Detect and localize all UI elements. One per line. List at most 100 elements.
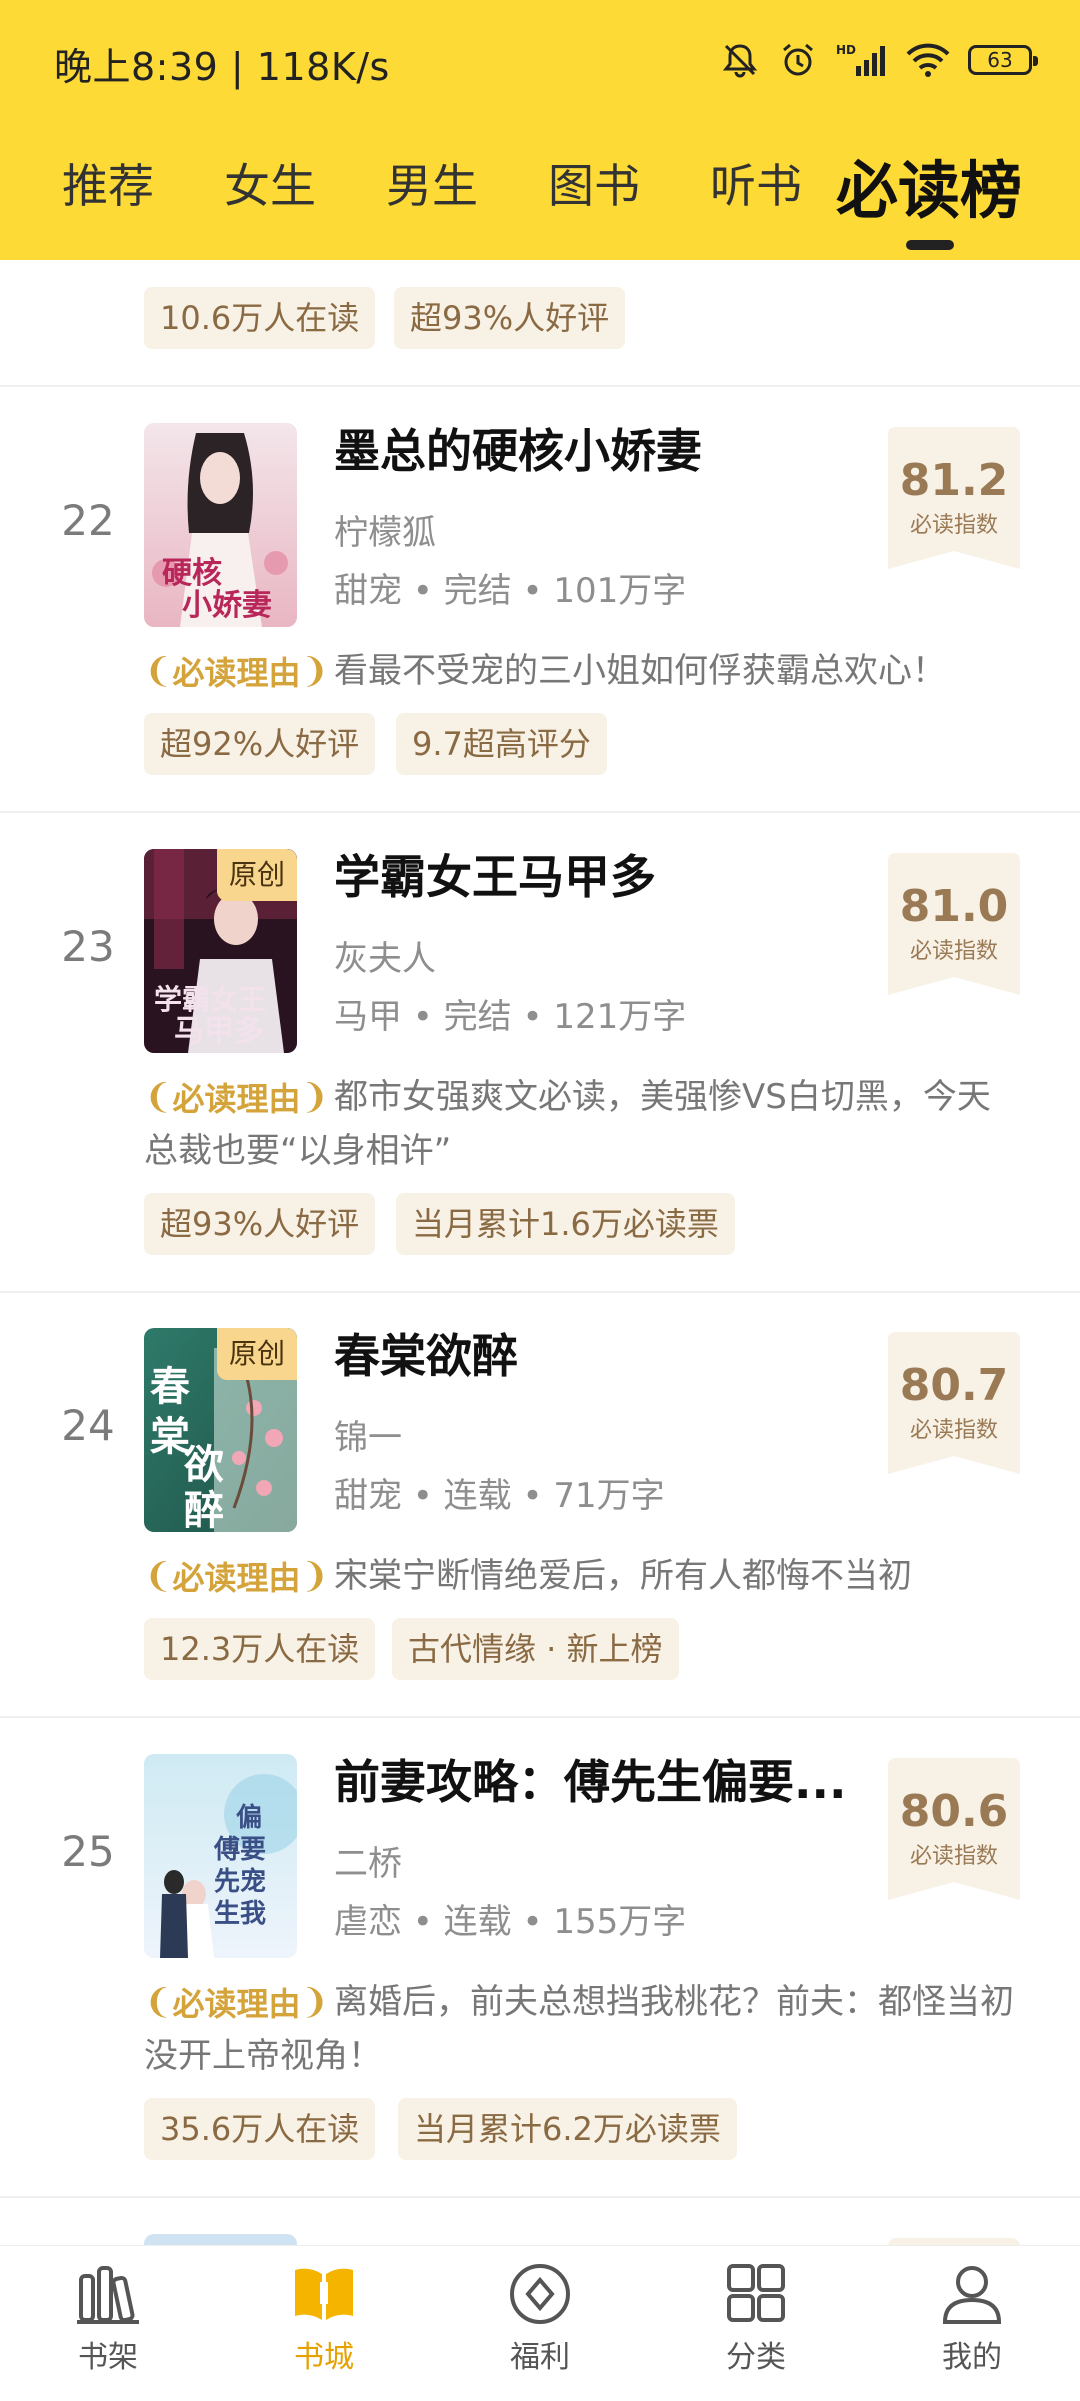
nav-bookshelf[interactable]: 书架 <box>38 2262 178 2376</box>
book-title[interactable]: 学霸女王马甲多 <box>334 841 656 907</box>
divider <box>0 2196 1080 2198</box>
score-badge: 80.6 必读指数 <box>888 1758 1020 1900</box>
wifi-icon <box>906 42 950 78</box>
header: 晚上8:39 | 118K/s HD 63 推荐 女生 男生 图书 听书 必读榜 <box>0 0 1080 260</box>
tag: 35.6万人在读 <box>144 2098 376 2160</box>
score-badge: 80.7 必读指数 <box>888 1332 1020 1474</box>
book-author[interactable]: 柠檬狐 <box>334 505 436 554</box>
nav-bookstore[interactable]: 书城 <box>254 2262 394 2376</box>
bookstore-icon <box>254 2262 394 2326</box>
active-tab-indicator <box>906 240 954 250</box>
book-cover[interactable]: 学霸女王 马甲多 原创 <box>144 849 297 1053</box>
original-badge: 原创 <box>217 849 297 901</box>
signal-icon: HD <box>836 42 888 78</box>
category-icon <box>686 2262 826 2326</box>
reason-text: 离婚后，前夫总想挡我桃花？前夫：都怪当初没开上帝视角！ <box>144 1982 1014 2076</box>
nav-label: 书城 <box>294 2340 354 2375</box>
svg-text:先宠: 先宠 <box>214 1866 266 1897</box>
svg-text:醉: 醉 <box>184 1487 224 1532</box>
book-author[interactable]: 二桥 <box>334 1836 402 1885</box>
status-time: 晚上8:39 | 118K/s <box>54 45 390 89</box>
nav-label: 我的 <box>942 2340 1002 2375</box>
score-label: 必读指数 <box>909 1418 998 1443</box>
nav-category[interactable]: 分类 <box>686 2262 826 2376</box>
svg-text:生我: 生我 <box>214 1899 266 1929</box>
tag: 超92%人好评 <box>144 713 376 775</box>
svg-text:学霸女王: 学霸女王 <box>154 983 266 1016</box>
book-cover-partial <box>144 2234 297 2245</box>
svg-text:傅要: 傅要 <box>213 1835 266 1865</box>
book-meta: 虐恋 • 连载 • 155万字 <box>334 1902 687 1942</box>
bottom-nav: 书架 书城 福利 分类 我的 <box>0 2245 1080 2401</box>
tab-recommend[interactable]: 推荐 <box>62 150 154 216</box>
rank-number: 22 <box>61 496 115 545</box>
rank-number: 23 <box>61 922 115 971</box>
book-title[interactable]: 春棠欲醉 <box>334 1320 518 1386</box>
score-badge: 81.0 必读指数 <box>888 853 1020 995</box>
svg-text:HD: HD <box>836 43 856 57</box>
score-value: 81.0 <box>899 881 1009 932</box>
tab-female[interactable]: 女生 <box>224 150 316 216</box>
tag: 12.3万人在读 <box>144 1618 376 1680</box>
book-author[interactable]: 锦一 <box>334 1410 402 1459</box>
tab-male[interactable]: 男生 <box>386 150 478 216</box>
svg-text:春: 春 <box>150 1363 190 1410</box>
svg-text:欲: 欲 <box>183 1441 224 1488</box>
score-badge-partial <box>888 2238 1020 2245</box>
nav-label: 福利 <box>510 2340 570 2375</box>
rank-number: 25 <box>61 1827 115 1876</box>
reason-text: 看最不受宠的三小姐如何俘获霸总欢心！ <box>334 651 946 691</box>
status-icons: HD 63 <box>720 36 1038 84</box>
tab-audio[interactable]: 听书 <box>710 150 802 216</box>
svg-text:硬核: 硬核 <box>162 556 222 591</box>
nav-label: 分类 <box>726 2340 786 2375</box>
tag: 当月累计1.6万必读票 <box>396 1193 735 1255</box>
profile-icon <box>902 2262 1042 2326</box>
alarm-icon <box>778 40 818 80</box>
score-label: 必读指数 <box>909 1844 998 1869</box>
top-tabs: 推荐 女生 男生 图书 听书 必读榜 <box>0 140 1080 240</box>
divider <box>0 1716 1080 1718</box>
book-meta: 甜宠 • 连载 • 71万字 <box>334 1476 665 1516</box>
reason-text: 都市女强爽文必读，美强惨VS白切黑，今天总裁也要“以身相许” <box>144 1077 991 1171</box>
book-title[interactable]: 墨总的硬核小娇妻 <box>334 415 702 481</box>
nav-profile[interactable]: 我的 <box>902 2262 1042 2376</box>
score-label: 必读指数 <box>909 513 998 538</box>
original-badge: 原创 <box>217 1328 297 1380</box>
score-badge: 81.2 必读指数 <box>888 427 1020 569</box>
divider <box>0 385 1080 387</box>
svg-text:小娇妻: 小娇妻 <box>182 588 272 623</box>
bookshelf-icon <box>38 2262 178 2326</box>
divider <box>0 1291 1080 1293</box>
status-bar: 晚上8:39 | 118K/s HD 63 <box>0 0 1080 120</box>
mute-bell-icon <box>720 40 760 80</box>
tag: 当月累计6.2万必读票 <box>398 2098 737 2160</box>
book-cover[interactable]: 春 棠 欲 醉 原创 <box>144 1328 297 1532</box>
tab-books[interactable]: 图书 <box>548 150 640 216</box>
tab-must-read-ranking[interactable]: 必读榜 <box>836 140 1022 230</box>
book-cover[interactable]: 偏 傅要 先宠 生我 <box>144 1754 297 1958</box>
ranking-list: 10.6万人在读 超93%人好评 22 硬核 小娇妻 墨总的硬核小娇妻 柠檬狐 … <box>0 260 1080 2245</box>
nav-label: 书架 <box>78 2340 138 2375</box>
book-meta: 马甲 • 完结 • 121万字 <box>334 997 687 1037</box>
nav-welfare[interactable]: 福利 <box>470 2262 610 2376</box>
score-value: 80.7 <box>899 1360 1009 1411</box>
book-cover[interactable]: 硬核 小娇妻 <box>144 423 297 627</box>
tag: 超93%人好评 <box>394 287 626 349</box>
rank-number: 24 <box>61 1401 115 1450</box>
svg-text:偏: 偏 <box>236 1802 262 1833</box>
svg-text:马甲多: 马甲多 <box>174 1014 264 1049</box>
divider <box>0 811 1080 813</box>
score-value: 80.6 <box>899 1786 1009 1837</box>
score-label: 必读指数 <box>909 939 998 964</box>
battery-icon: 63 <box>968 45 1038 75</box>
tag: 10.6万人在读 <box>144 287 376 349</box>
book-author[interactable]: 灰夫人 <box>334 931 436 980</box>
score-value: 81.2 <box>899 455 1009 506</box>
tag: 超93%人好评 <box>144 1193 376 1255</box>
book-title[interactable]: 前妻攻略：傅先生偏要... <box>334 1746 846 1812</box>
book-meta: 甜宠 • 完结 • 101万字 <box>334 571 687 611</box>
tag: 古代情缘 · 新上榜 <box>392 1618 679 1680</box>
reason-text: 宋棠宁断情绝爱后，所有人都悔不当初 <box>334 1556 912 1596</box>
welfare-icon <box>470 2262 610 2326</box>
